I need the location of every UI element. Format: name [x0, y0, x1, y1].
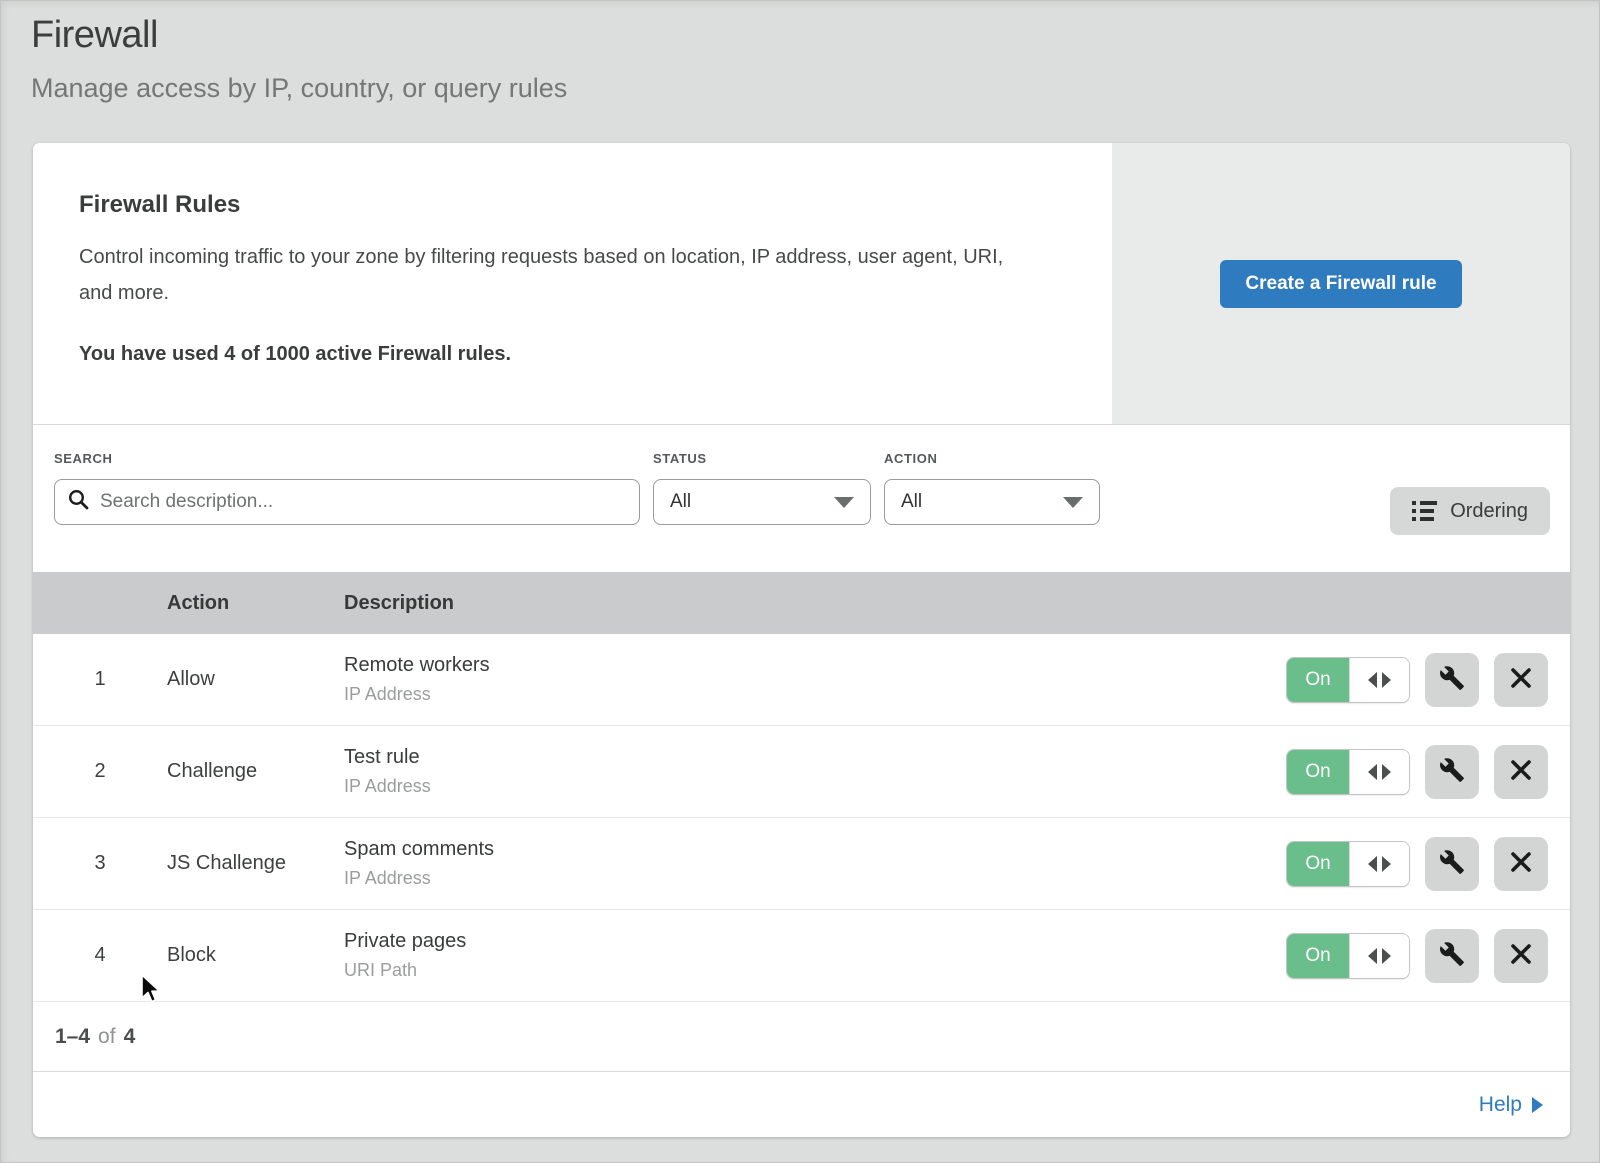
rule-enabled-toggle[interactable]: On [1286, 933, 1410, 979]
rules-summary-text: Firewall Rules Control incoming traffic … [33, 143, 1112, 424]
rule-enabled-toggle[interactable]: On [1286, 657, 1410, 703]
rules-usage-count: You have used 4 of 1000 active Firewall … [79, 343, 1066, 366]
help-link-label: Help [1479, 1093, 1522, 1117]
rule-priority: 1 [33, 668, 167, 691]
pagination-bar: 1–4 of 4 [33, 1002, 1570, 1072]
wrench-icon [1439, 665, 1465, 694]
edit-rule-button[interactable] [1425, 837, 1479, 891]
edit-rule-button[interactable] [1425, 929, 1479, 983]
rule-enabled-toggle[interactable]: On [1286, 749, 1410, 795]
toggle-on-label: On [1287, 658, 1349, 702]
table-row: 3 JS Challenge Spam comments IP Address … [33, 818, 1570, 910]
wrench-icon [1439, 849, 1465, 878]
page-header: Firewall Manage access by IP, country, o… [0, 0, 1600, 104]
rule-priority: 2 [33, 760, 167, 783]
page-subtitle: Manage access by IP, country, or query r… [31, 73, 1600, 104]
status-select-value: All [670, 491, 691, 513]
rule-action: JS Challenge [167, 852, 344, 875]
close-icon [1510, 667, 1532, 692]
status-select[interactable]: All [653, 479, 871, 525]
edit-rule-button[interactable] [1425, 653, 1479, 707]
status-label: STATUS [653, 451, 871, 466]
edit-rule-button[interactable] [1425, 745, 1479, 799]
left-right-arrows-icon [1349, 934, 1409, 978]
ordering-button[interactable]: Ordering [1390, 487, 1550, 535]
create-firewall-rule-button[interactable]: Create a Firewall rule [1220, 260, 1461, 308]
left-right-arrows-icon [1349, 658, 1409, 702]
table-header-row: Action Description [33, 572, 1570, 634]
search-input-wrapper [54, 479, 640, 525]
pagination-of: of [98, 1025, 116, 1049]
page-title: Firewall [31, 14, 1600, 57]
rule-action: Allow [167, 668, 344, 691]
action-select[interactable]: All [884, 479, 1100, 525]
bulleted-list-icon [1412, 501, 1437, 521]
rule-action: Challenge [167, 760, 344, 783]
rule-controls: On [1286, 837, 1570, 891]
delete-rule-button[interactable] [1494, 929, 1548, 983]
rule-description-cell: Spam comments IP Address [344, 838, 1286, 889]
close-icon [1510, 759, 1532, 784]
pagination-range: 1–4 [55, 1025, 90, 1049]
toggle-on-label: On [1287, 750, 1349, 794]
table-row: 1 Allow Remote workers IP Address On [33, 634, 1570, 726]
chevron-down-icon [1063, 497, 1083, 508]
delete-rule-button[interactable] [1494, 653, 1548, 707]
rule-description: Remote workers [344, 654, 1286, 677]
action-label: ACTION [884, 451, 1100, 466]
rule-description-cell: Private pages URI Path [344, 930, 1286, 981]
left-right-arrows-icon [1349, 750, 1409, 794]
toggle-on-label: On [1287, 934, 1349, 978]
pagination-total: 4 [124, 1025, 136, 1049]
wrench-icon [1439, 757, 1465, 786]
rule-description-cell: Remote workers IP Address [344, 654, 1286, 705]
rule-controls: On [1286, 745, 1570, 799]
rule-enabled-toggle[interactable]: On [1286, 841, 1410, 887]
card-footer: Help [33, 1072, 1570, 1137]
close-icon [1510, 943, 1532, 968]
rule-description: Test rule [344, 746, 1286, 769]
left-right-arrows-icon [1349, 842, 1409, 886]
wrench-icon [1439, 941, 1465, 970]
right-triangle-icon [1532, 1097, 1543, 1113]
rule-match-type: IP Address [344, 684, 1286, 705]
rule-priority: 4 [33, 944, 167, 967]
action-select-value: All [901, 491, 922, 513]
filters-bar: SEARCH STATUS All ACTION All [33, 425, 1570, 572]
chevron-down-icon [834, 497, 854, 508]
rule-match-type: IP Address [344, 868, 1286, 889]
rule-match-type: URI Path [344, 960, 1286, 981]
rule-controls: On [1286, 653, 1570, 707]
create-rule-panel: Create a Firewall rule [1112, 143, 1570, 424]
search-input[interactable] [100, 491, 626, 513]
action-column-header: Action [167, 592, 344, 615]
rule-priority: 3 [33, 852, 167, 875]
rules-heading: Firewall Rules [79, 191, 1066, 219]
rule-description: Private pages [344, 930, 1286, 953]
firewall-rules-card: Firewall Rules Control incoming traffic … [33, 143, 1570, 1137]
rule-description: Spam comments [344, 838, 1286, 861]
status-filter-group: STATUS All [653, 451, 871, 525]
action-filter-group: ACTION All [884, 451, 1100, 525]
table-row: 4 Block Private pages URI Path On [33, 910, 1570, 1002]
description-column-header: Description [344, 592, 1570, 615]
search-icon [68, 489, 89, 515]
ordering-button-label: Ordering [1450, 500, 1528, 523]
help-link[interactable]: Help [1479, 1093, 1543, 1117]
search-label: SEARCH [54, 451, 640, 466]
close-icon [1510, 851, 1532, 876]
rules-summary-section: Firewall Rules Control incoming traffic … [33, 143, 1570, 425]
search-filter-group: SEARCH [54, 451, 640, 525]
rule-description-cell: Test rule IP Address [344, 746, 1286, 797]
delete-rule-button[interactable] [1494, 745, 1548, 799]
delete-rule-button[interactable] [1494, 837, 1548, 891]
rule-match-type: IP Address [344, 776, 1286, 797]
table-row: 2 Challenge Test rule IP Address On [33, 726, 1570, 818]
rules-description: Control incoming traffic to your zone by… [79, 239, 1034, 311]
rule-action: Block [167, 944, 344, 967]
rule-controls: On [1286, 929, 1570, 983]
toggle-on-label: On [1287, 842, 1349, 886]
